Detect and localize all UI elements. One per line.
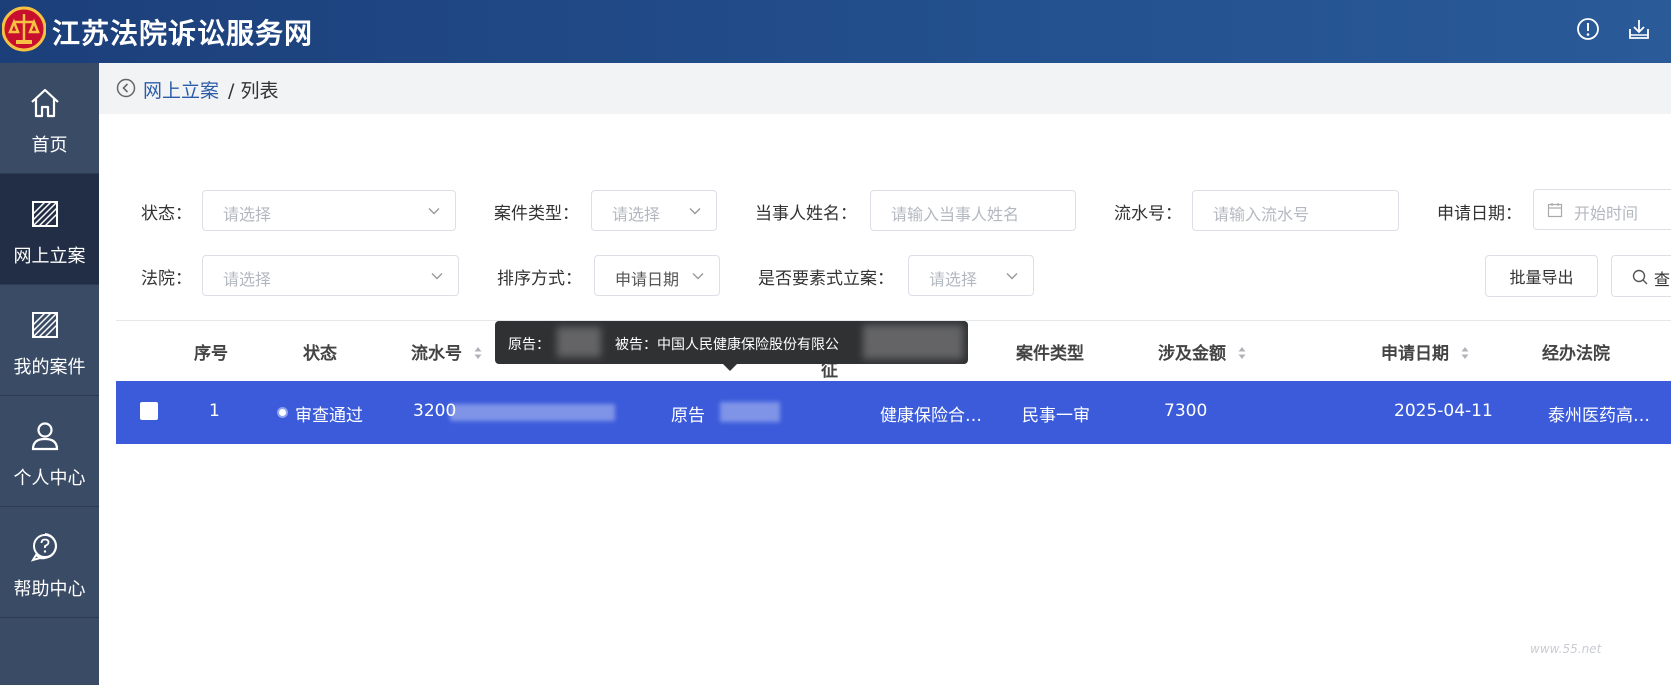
case-type-filter-label: 案件类型： <box>494 204 579 224</box>
redacted-plaintiff <box>557 327 601 357</box>
row-checkbox[interactable] <box>140 402 158 420</box>
case-type-select[interactable]: 请选择 <box>591 190 717 231</box>
sort-select-value: 申请日期 <box>615 270 680 289</box>
sidebar: 首页 网上立案 我的案件 个人中心 帮助中心 <box>0 63 99 685</box>
party-name-input-placeholder: 请输入当事人姓名 <box>891 205 1020 224</box>
column-header-index: 序号 <box>194 344 228 364</box>
party-name-input[interactable]: 请输入当事人姓名 <box>870 190 1076 231</box>
court-filter-label: 法院： <box>141 269 192 289</box>
court-select[interactable]: 请选择 <box>202 255 459 296</box>
cell-case-reason: 健康保险合… <box>880 406 982 426</box>
sidebar-item-case-filing[interactable]: 网上立案 <box>0 174 99 285</box>
status-filter-label: 状态： <box>141 204 192 224</box>
user-icon <box>31 422 59 451</box>
column-header-status: 状态 <box>303 344 337 364</box>
serial-input[interactable]: 请输入流水号 <box>1192 190 1399 231</box>
cell-status: 审查通过 <box>295 406 363 426</box>
chevron-down-icon <box>428 208 440 215</box>
sort-icon <box>1461 347 1469 359</box>
case-filing-icon <box>32 201 58 227</box>
home-icon <box>31 88 59 118</box>
serial-filter-label: 流水号： <box>1114 204 1182 224</box>
column-header-serial[interactable]: 流水号 <box>411 339 482 364</box>
apply-date-start-placeholder: 开始时间 <box>1574 204 1639 223</box>
cell-index: 1 <box>209 401 220 421</box>
tooltip-defendant: 被告：中国人民健康保险股份有限公 <box>615 337 839 353</box>
sidebar-item-help-center[interactable]: 帮助中心 <box>0 507 99 618</box>
sidebar-item-label: 首页 <box>31 135 68 156</box>
back-icon[interactable] <box>116 78 136 98</box>
court-emblem-icon <box>2 6 46 52</box>
element-filing-filter-label: 是否要素式立案： <box>758 269 894 289</box>
column-header-court: 经办法院 <box>1542 344 1610 364</box>
chevron-down-icon <box>431 273 443 280</box>
sort-filter-label: 排序方式： <box>497 269 582 289</box>
sidebar-item-personal-center[interactable]: 个人中心 <box>0 396 99 507</box>
cell-apply-date: 2025-04-11 <box>1394 401 1493 421</box>
status-dot-icon <box>277 407 288 418</box>
tooltip-plaintiff: 原告： <box>508 337 550 353</box>
sidebar-item-label: 个人中心 <box>13 468 86 489</box>
sort-icon <box>474 347 482 359</box>
status-select-placeholder: 请选择 <box>223 205 272 224</box>
column-header-amount[interactable]: 涉及金额 <box>1158 339 1246 364</box>
download-icon[interactable] <box>1627 17 1651 41</box>
search-button-label: 查 <box>1654 270 1671 289</box>
case-type-select-placeholder: 请选择 <box>612 205 661 224</box>
batch-export-button[interactable]: 批量导出 <box>1485 255 1598 297</box>
cell-parties[interactable]: 原告 <box>671 401 705 426</box>
table-row[interactable]: 1 审查通过 3200 原告 健康保险合… 民事一审 7300 2025-04-… <box>116 381 1671 444</box>
my-cases-icon <box>32 312 58 338</box>
column-header-apply-date[interactable]: 申请日期 <box>1381 339 1469 364</box>
redacted-serial <box>450 404 615 421</box>
cell-amount: 7300 <box>1164 401 1208 421</box>
column-header-apply-date-label: 申请日期 <box>1381 344 1449 364</box>
breadcrumb-current: / 列表 <box>228 80 279 102</box>
element-filing-select[interactable]: 请选择 <box>908 255 1034 296</box>
search-icon <box>1632 269 1648 285</box>
sidebar-item-label: 帮助中心 <box>13 579 86 600</box>
calendar-icon <box>1547 203 1563 218</box>
breadcrumb: 网上立案 / 列表 <box>99 63 1671 114</box>
app-title: 江苏法院诉讼服务网 <box>52 17 314 50</box>
element-filing-select-placeholder: 请选择 <box>929 270 978 289</box>
sidebar-item-my-cases[interactable]: 我的案件 <box>0 285 99 396</box>
sidebar-item-label: 我的案件 <box>13 357 86 378</box>
info-icon[interactable] <box>1576 17 1600 41</box>
column-header-serial-label: 流水号 <box>411 344 462 364</box>
breadcrumb-link-case-filing[interactable]: 网上立案 <box>143 76 219 103</box>
cell-case-type: 民事一审 <box>1022 406 1090 426</box>
sidebar-item-label: 网上立案 <box>13 246 86 267</box>
sort-select[interactable]: 申请日期 <box>594 255 720 296</box>
column-header-case-type: 案件类型 <box>1016 344 1084 364</box>
parties-tooltip: 原告： 被告：中国人民健康保险股份有限公 <box>495 321 968 364</box>
status-select[interactable]: 请选择 <box>202 190 456 231</box>
apply-date-filter-label: 申请日期： <box>1437 204 1522 224</box>
party-name-filter-label: 当事人姓名： <box>755 204 857 224</box>
redacted-party <box>720 402 780 422</box>
redacted-defendant <box>863 325 963 359</box>
tooltip-arrow <box>722 363 738 371</box>
sort-icon <box>1238 347 1246 359</box>
chevron-down-icon <box>691 269 705 283</box>
top-header: 江苏法院诉讼服务网 <box>0 0 1671 63</box>
serial-input-placeholder: 请输入流水号 <box>1213 205 1310 224</box>
chevron-down-icon <box>689 208 701 215</box>
court-select-placeholder: 请选择 <box>223 270 272 289</box>
chevron-down-icon <box>1006 273 1018 280</box>
column-header-amount-label: 涉及金额 <box>1158 344 1226 364</box>
help-icon <box>30 533 57 562</box>
apply-date-start-input[interactable]: 开始时间 <box>1533 189 1671 230</box>
cell-court: 泰州医药高… <box>1548 406 1650 426</box>
watermark-logo: www.55.net <box>1530 642 1602 656</box>
search-button[interactable]: 查 <box>1611 255 1671 297</box>
sidebar-item-home[interactable]: 首页 <box>0 63 99 174</box>
